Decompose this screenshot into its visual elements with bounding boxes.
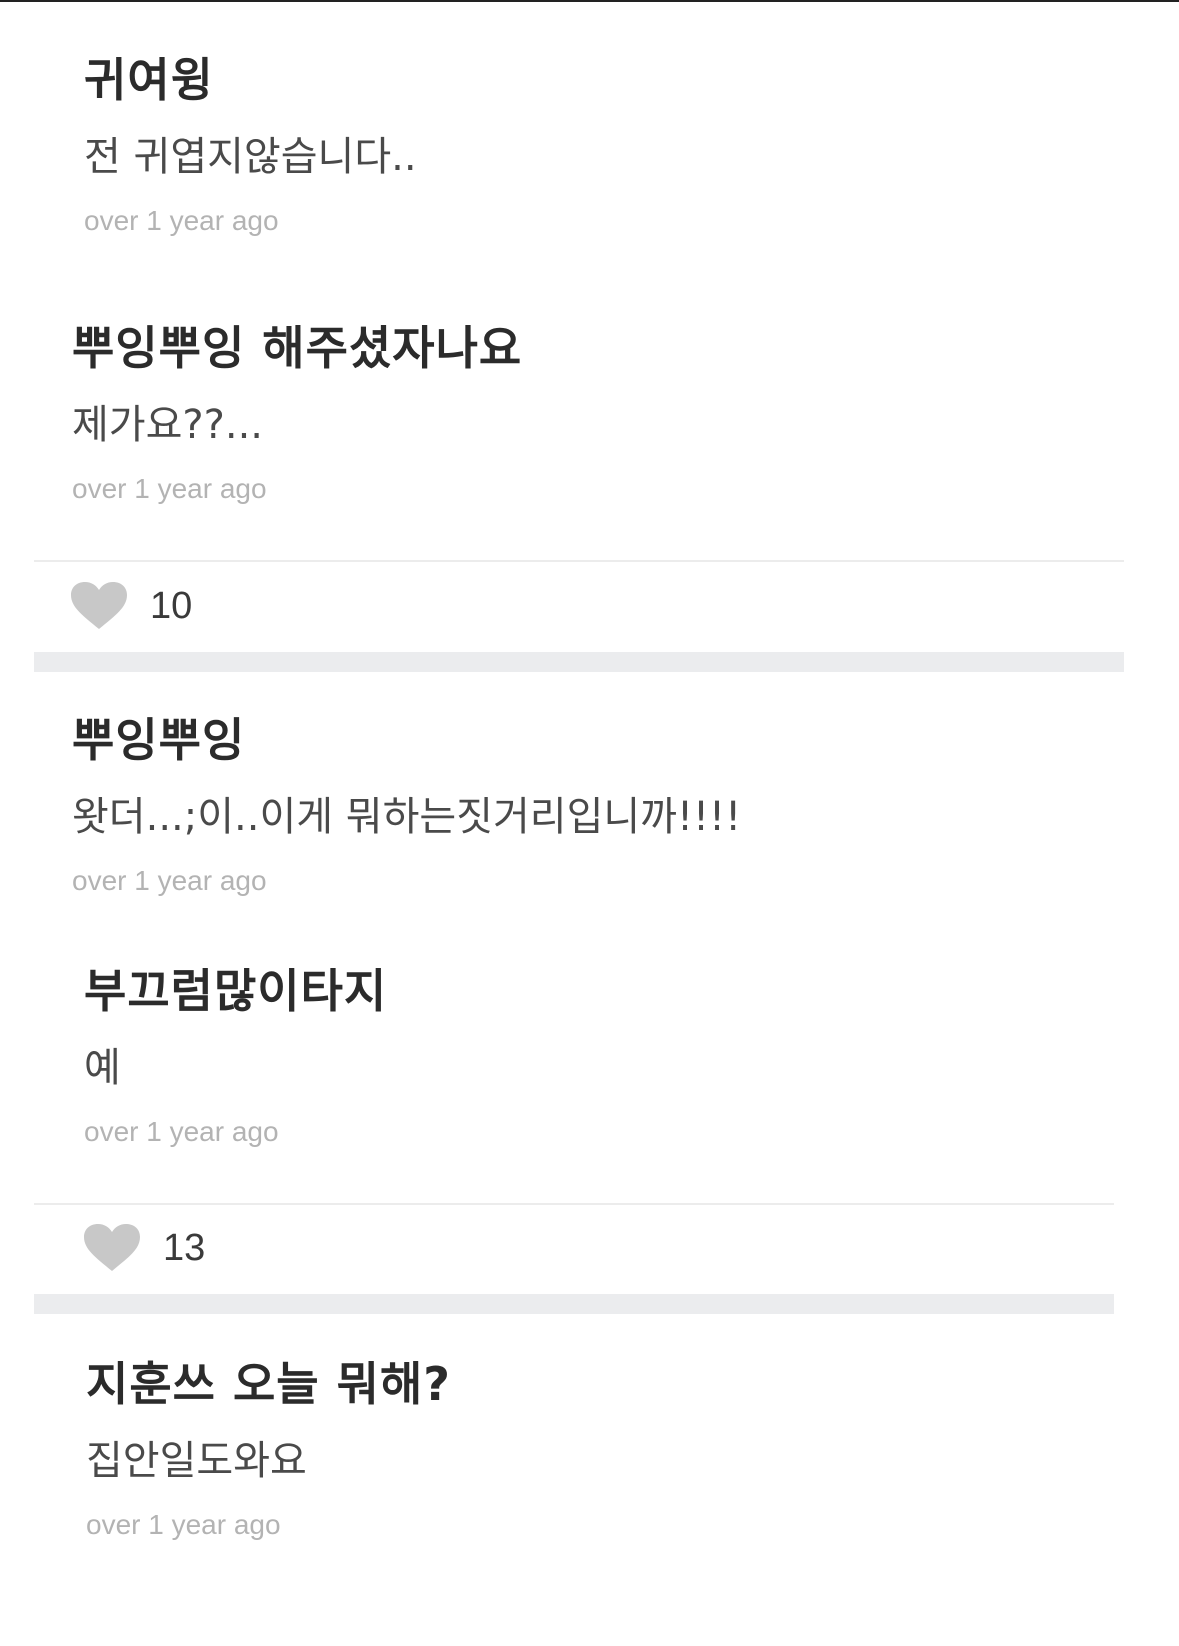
comment-answer: 예 (84, 1045, 121, 1091)
comment-question: 귀여윙 (84, 53, 214, 107)
like-count: 10 (150, 585, 193, 627)
like-count: 13 (163, 1227, 206, 1269)
heart-icon[interactable] (70, 581, 128, 631)
divider (34, 560, 1124, 562)
comment-item: 뿌잉뿌잉 해주셨자나요 제가요??... over 1 year ago (72, 320, 522, 506)
comment-answer: 왓더...;이..이게 뭐하는짓거리입니까!!!! (72, 794, 742, 840)
comment-timestamp: over 1 year ago (72, 865, 267, 896)
comment-timestamp: over 1 year ago (72, 473, 267, 504)
comment-timestamp: over 1 year ago (84, 205, 279, 236)
comment-item: 부끄럼많이타지 예 over 1 year ago (84, 963, 387, 1149)
like-row: 13 (83, 1218, 205, 1278)
comment-question: 뿌잉뿌잉 해주셨자나요 (72, 321, 523, 375)
top-border (0, 0, 1179, 2)
divider (34, 1203, 1114, 1205)
comment-question: 뿌잉뿌잉 (72, 713, 246, 767)
comment-timestamp: over 1 year ago (86, 1509, 281, 1540)
comment-answer: 전 귀엽지않습니다.. (84, 134, 417, 180)
section-separator (34, 652, 1124, 672)
comment-question: 지훈쓰 오늘 뭐해? (86, 1357, 451, 1411)
comment-item: 지훈쓰 오늘 뭐해? 집안일도와요 over 1 year ago (86, 1356, 451, 1542)
comment-answer: 제가요??... (72, 402, 264, 448)
like-row: 10 (70, 576, 192, 636)
comment-item: 뿌잉뿌잉 왓더...;이..이게 뭐하는짓거리입니까!!!! over 1 ye… (72, 712, 741, 898)
comment-answer: 집안일도와요 (86, 1438, 307, 1484)
comment-item: 귀여윙 전 귀엽지않습니다.. over 1 year ago (84, 52, 417, 238)
comment-timestamp: over 1 year ago (84, 1116, 279, 1147)
heart-icon[interactable] (83, 1223, 141, 1273)
comment-question: 부끄럼많이타지 (84, 964, 388, 1018)
section-separator (34, 1294, 1114, 1314)
